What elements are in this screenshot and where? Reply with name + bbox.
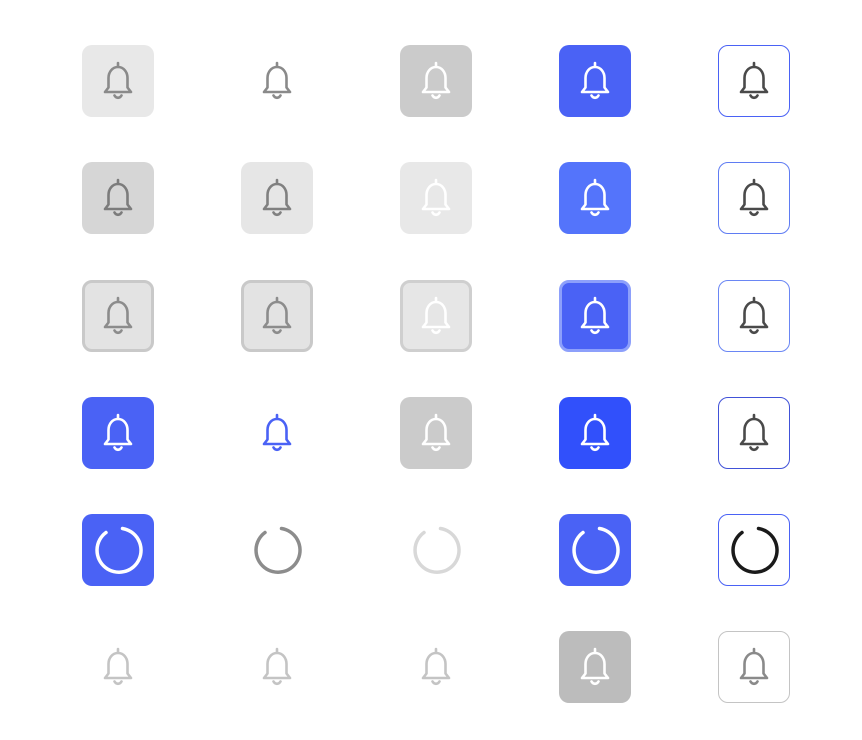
spinner-icon — [93, 525, 143, 575]
icon-button-disabled-r6c5 — [718, 631, 790, 703]
icon-button-focus-r3c3[interactable] — [400, 280, 472, 352]
icon-button-default-r1c3[interactable] — [400, 45, 472, 117]
icon-button-disabled-r6c2 — [241, 631, 313, 703]
icon-button-focus-r3c2[interactable] — [241, 280, 313, 352]
icon-button-active-r4c4[interactable] — [559, 397, 631, 469]
bell-icon — [255, 411, 299, 455]
bell-icon — [255, 176, 299, 220]
icon-button-focus-r3c4[interactable] — [559, 280, 631, 352]
icon-button-active-r4c5[interactable] — [718, 397, 790, 469]
icon-button-active-r4c2[interactable] — [241, 397, 313, 469]
icon-button-loading-r5c2[interactable] — [241, 514, 313, 586]
icon-button-default-r1c5[interactable] — [718, 45, 790, 117]
bell-icon — [732, 59, 776, 103]
icon-button-disabled-r6c1 — [82, 631, 154, 703]
bell-icon — [732, 645, 776, 689]
bell-icon — [414, 411, 458, 455]
icon-button-grid — [0, 0, 862, 740]
icon-button-hover-r2c2[interactable] — [241, 162, 313, 234]
bell-icon — [573, 176, 617, 220]
bell-icon — [414, 176, 458, 220]
bell-icon — [96, 294, 140, 338]
bell-icon — [255, 59, 299, 103]
icon-button-active-r4c3[interactable] — [400, 397, 472, 469]
bell-icon — [573, 411, 617, 455]
spinner-icon — [411, 525, 461, 575]
icon-button-loading-r5c3[interactable] — [400, 514, 472, 586]
bell-icon — [732, 294, 776, 338]
icon-button-disabled-r6c3 — [400, 631, 472, 703]
bell-icon — [414, 294, 458, 338]
bell-icon — [573, 59, 617, 103]
icon-button-hover-r2c1[interactable] — [82, 162, 154, 234]
icon-button-active-r4c1[interactable] — [82, 397, 154, 469]
bell-icon — [255, 294, 299, 338]
icon-button-focus-r3c5[interactable] — [718, 280, 790, 352]
bell-icon — [96, 59, 140, 103]
bell-icon — [96, 411, 140, 455]
spinner-icon — [252, 525, 302, 575]
bell-icon — [732, 176, 776, 220]
bell-icon — [573, 294, 617, 338]
icon-button-loading-r5c5[interactable] — [718, 514, 790, 586]
spinner-icon — [570, 525, 620, 575]
bell-icon — [96, 176, 140, 220]
icon-button-hover-r2c3[interactable] — [400, 162, 472, 234]
icon-button-default-r1c4[interactable] — [559, 45, 631, 117]
bell-icon — [732, 411, 776, 455]
icon-button-loading-r5c4[interactable] — [559, 514, 631, 586]
icon-button-focus-r3c1[interactable] — [82, 280, 154, 352]
spinner-icon — [729, 525, 779, 575]
bell-icon — [414, 645, 458, 689]
icon-button-hover-r2c5[interactable] — [718, 162, 790, 234]
bell-icon — [96, 645, 140, 689]
icon-button-default-r1c2[interactable] — [241, 45, 313, 117]
bell-icon — [414, 59, 458, 103]
icon-button-default-r1c1[interactable] — [82, 45, 154, 117]
bell-icon — [573, 645, 617, 689]
icon-button-loading-r5c1[interactable] — [82, 514, 154, 586]
icon-button-disabled-r6c4 — [559, 631, 631, 703]
icon-button-hover-r2c4[interactable] — [559, 162, 631, 234]
bell-icon — [255, 645, 299, 689]
